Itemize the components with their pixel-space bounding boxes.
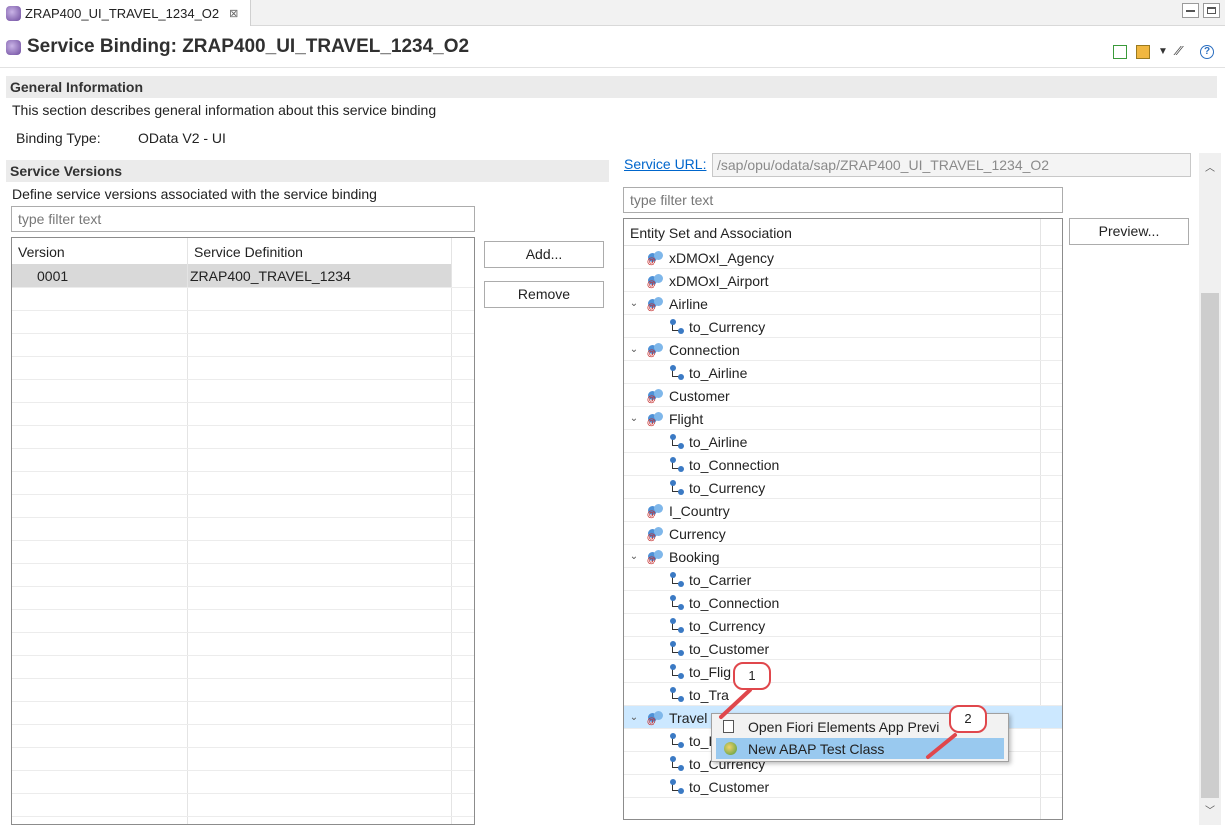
- callout-2: 2: [949, 705, 987, 733]
- callout-1: 1: [733, 662, 771, 690]
- callout-pointers: [719, 688, 957, 759]
- callout-2-pointer: [926, 733, 957, 759]
- callout-1-pointer: [719, 688, 752, 719]
